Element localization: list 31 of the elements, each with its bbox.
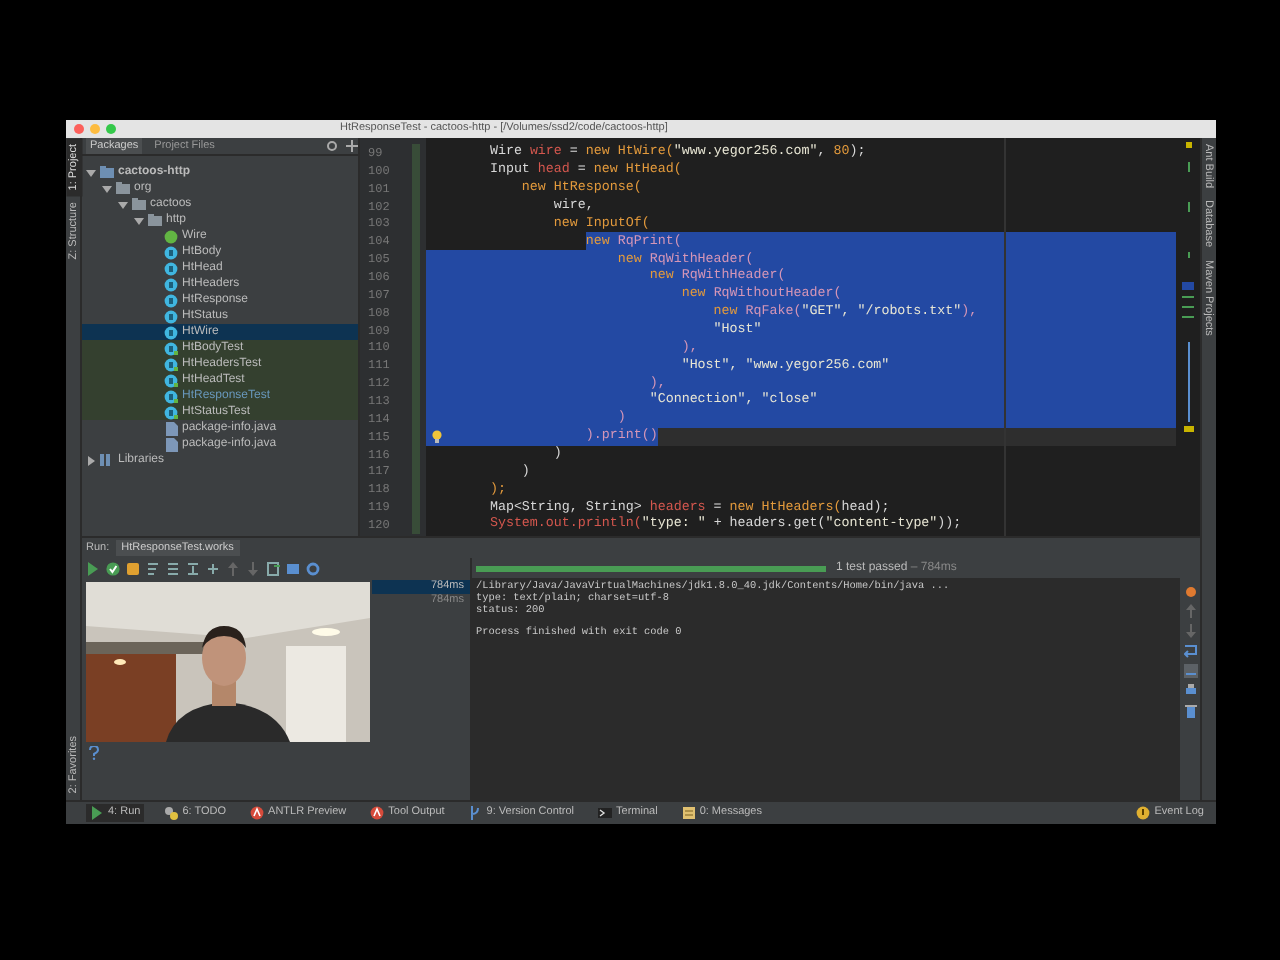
run-icon <box>90 806 104 820</box>
branch-icon <box>468 806 483 820</box>
library-icon <box>100 453 114 467</box>
export-icon[interactable] <box>266 562 280 576</box>
wrap-icon[interactable] <box>1183 644 1197 658</box>
expanded-arrow-icon[interactable] <box>102 183 112 193</box>
expanded-arrow-icon[interactable] <box>118 199 128 209</box>
print-icon[interactable] <box>1183 684 1197 698</box>
antlr-icon <box>250 806 265 820</box>
code-editor[interactable] <box>360 138 1200 536</box>
run-icon[interactable] <box>86 562 100 576</box>
antlr-icon <box>370 806 385 820</box>
expand-all-icon[interactable] <box>186 562 200 576</box>
passed-filter-icon[interactable] <box>106 562 120 576</box>
expanded-arrow-icon[interactable] <box>134 215 144 225</box>
module-folder-icon <box>100 165 114 179</box>
trash-icon[interactable] <box>1183 704 1197 718</box>
help-icon[interactable] <box>88 746 100 760</box>
scroll-end-icon[interactable] <box>1183 664 1197 678</box>
sort-duration-icon[interactable] <box>166 562 180 576</box>
todo-icon <box>164 806 179 820</box>
sort-icon[interactable] <box>146 562 160 576</box>
ignored-filter-icon[interactable] <box>126 562 140 576</box>
close-button[interactable] <box>74 124 84 134</box>
event-log-icon <box>1136 806 1151 820</box>
interface-icon <box>164 229 178 243</box>
expanded-arrow-icon[interactable] <box>86 167 96 177</box>
lightbulb-icon[interactable] <box>432 429 442 444</box>
collapsed-arrow-icon[interactable] <box>86 455 96 465</box>
messages-icon <box>681 806 696 820</box>
bug-icon[interactable] <box>1183 584 1197 598</box>
